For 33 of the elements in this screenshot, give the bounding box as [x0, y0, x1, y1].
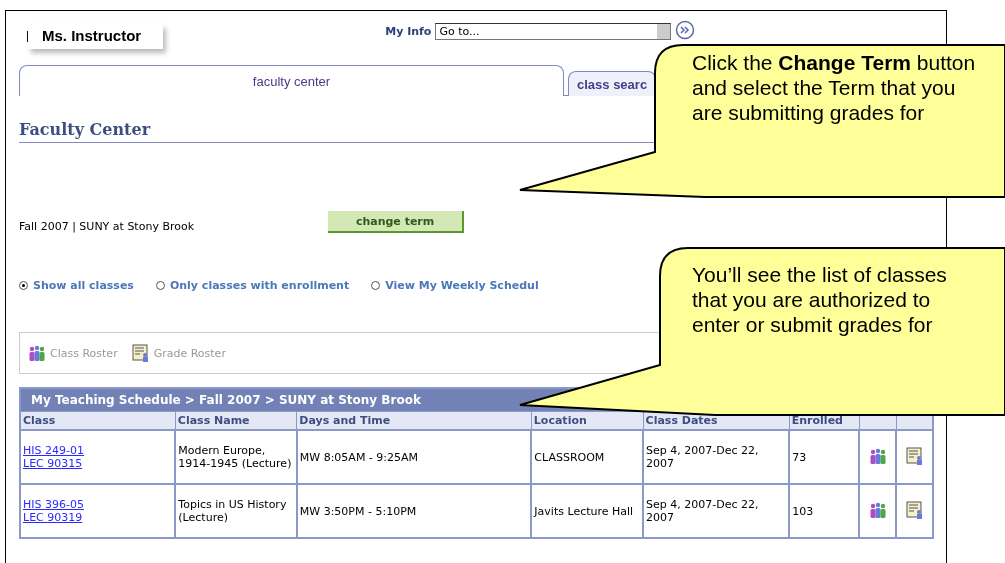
days-time: MW 3:50PM - 5:10PM	[299, 504, 417, 518]
days-time: MW 8:05AM - 9:25AM	[299, 450, 419, 464]
people-icon[interactable]	[868, 501, 887, 518]
class-name: Topics in US History (Lecture)	[178, 498, 287, 524]
enrolled-count: 73	[792, 450, 807, 464]
class-dates: Sep 4, 2007-Dec 22, 2007	[646, 498, 759, 524]
tab[interactable]: faculty center	[19, 65, 564, 96]
my-info-label: My Info	[385, 24, 432, 38]
callout-text: You’ll see the list of classes that you are authorized to enter or submit grades for	[692, 262, 948, 337]
grade-sheet-icon[interactable]	[905, 500, 924, 519]
view-option-radio[interactable]: View My Weekly Schedul	[371, 279, 539, 292]
term-label: Fall 2007 | SUNY at Stony Brook	[19, 219, 195, 233]
location: Javits Lecture Hall	[534, 504, 634, 518]
class-dates: Sep 4, 2007-Dec 22, 2007	[646, 444, 759, 470]
class-link[interactable]: HIS 396-05	[23, 498, 84, 511]
people-icon	[28, 345, 46, 361]
grade-sheet-icon	[131, 344, 150, 362]
go-icon[interactable]	[675, 20, 696, 40]
goto-dropdown[interactable]: Go to...	[435, 22, 672, 40]
class-link[interactable]: HIS 249-01	[23, 444, 84, 457]
view-option-radio[interactable]: Only classes with enrollment	[155, 279, 350, 292]
people-icon[interactable]	[868, 447, 887, 464]
user-name: Ms. Instructor	[28, 23, 164, 49]
class-link[interactable]: LEC 90315	[23, 457, 83, 470]
separator-mark	[27, 30, 28, 42]
change-term-button[interactable]: change term	[328, 211, 465, 233]
class-link[interactable]: LEC 90319	[23, 511, 83, 524]
tab[interactable]: class searc	[568, 71, 656, 96]
location: CLASSROOM	[534, 450, 605, 464]
enrolled-count: 103	[792, 504, 814, 518]
view-option-radio[interactable]: Show all classes	[19, 279, 134, 292]
class-name: Modern Europe, 1914-1945 (Lecture)	[178, 444, 292, 470]
grade-sheet-icon[interactable]	[905, 446, 924, 465]
